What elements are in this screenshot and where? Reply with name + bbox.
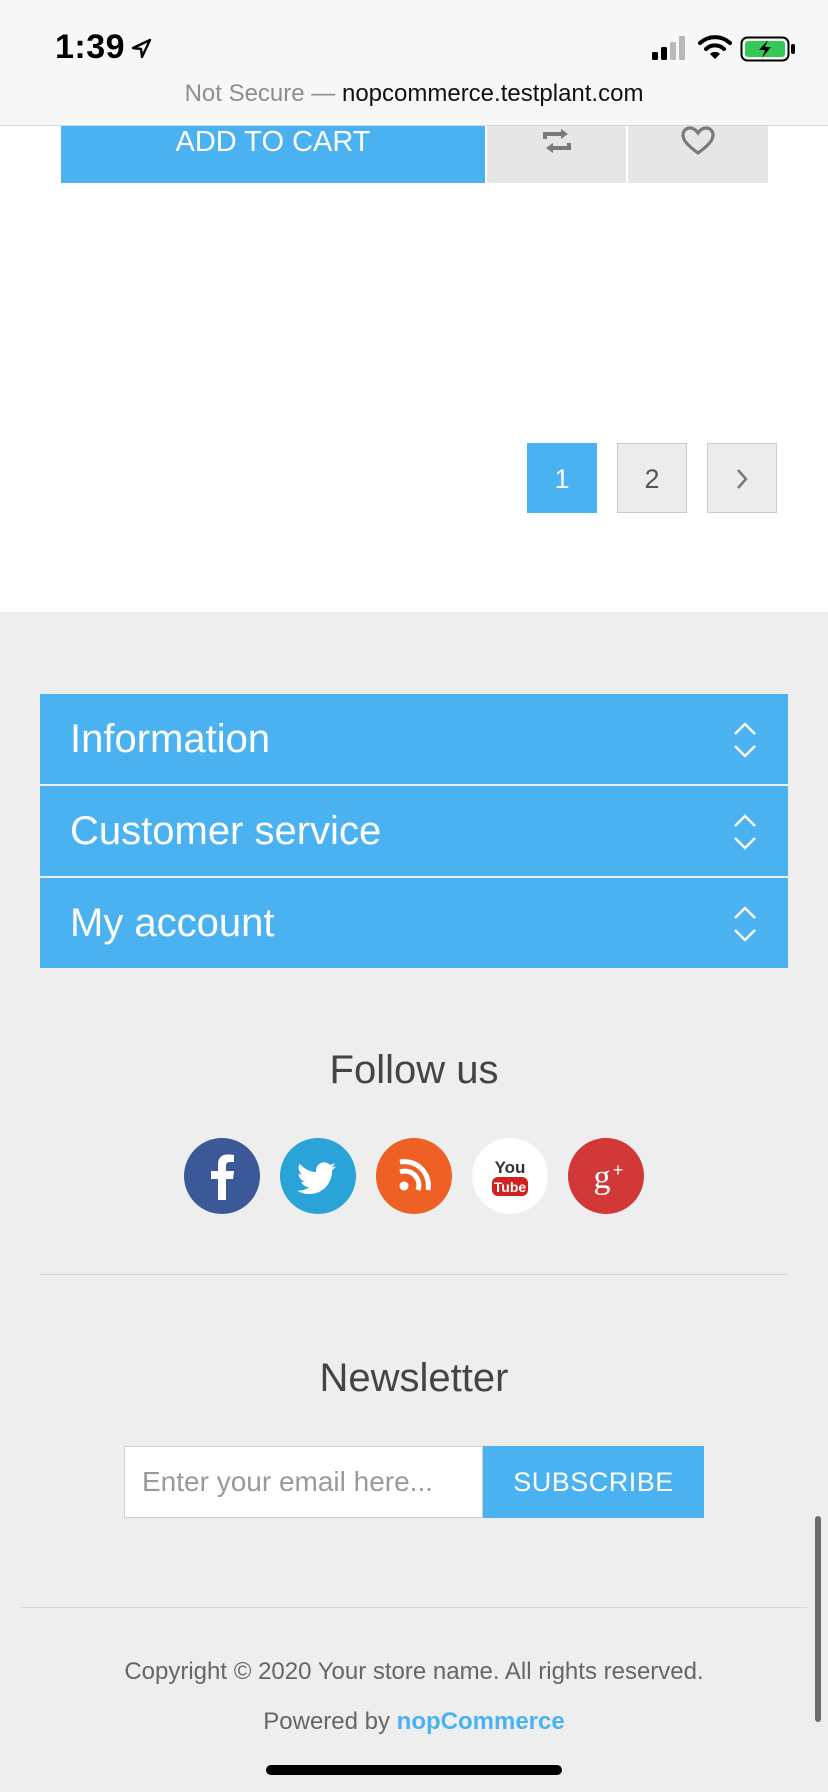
footer-divider [21,1607,807,1608]
section-label: My account [70,901,275,945]
clock-time: 1:39 [55,28,126,66]
expand-collapse-icon [734,722,756,758]
google-plus-icon[interactable]: g + [568,1138,644,1214]
newsletter-title: Newsletter [319,1356,509,1400]
home-indicator[interactable] [266,1765,562,1775]
facebook-icon[interactable] [184,1138,260,1214]
page-2-button[interactable]: 2 [617,443,687,513]
battery-charging-icon [740,36,795,62]
url-host: nopcommerce.testplant.com [341,80,644,107]
svg-text:g: g [594,1159,611,1196]
status-bar: 1:39 Not Secure — nopcommerce.testplant.… [0,0,828,126]
section-label: Customer service [70,809,382,853]
next-page-button[interactable] [707,443,777,513]
follow-us-title: Follow us [329,1048,499,1092]
compare-arrows-icon [542,129,571,153]
twitter-icon[interactable] [280,1138,356,1214]
powered-by: Powered by nopCommerce [0,1708,828,1736]
page-1-button[interactable]: 1 [527,443,597,513]
footer-divider [40,1274,788,1275]
subscribe-button[interactable]: SUBSCRIBE [483,1446,704,1518]
expand-collapse-icon [734,906,756,942]
rss-icon[interactable] [376,1138,452,1214]
powered-by-label: Powered by [263,1708,397,1735]
svg-text:+: + [613,1160,624,1180]
cellular-signal-icon [652,36,685,60]
svg-text:Tube: Tube [494,1179,527,1195]
footer-section-customer-service[interactable]: Customer service [40,786,788,876]
wifi-icon [698,35,732,59]
chevron-right-icon [737,469,748,489]
copyright-text: Copyright © 2020 Your store name. All ri… [124,1658,704,1685]
not-secure-label: Not Secure — [184,80,342,107]
scrollbar[interactable] [815,1516,821,1722]
section-label: Information [70,717,271,761]
expand-collapse-icon [734,814,756,850]
footer-section-my-account[interactable]: My account [40,878,788,968]
svg-text:You: You [495,1158,526,1177]
newsletter-email-input[interactable] [124,1446,483,1518]
location-arrow-icon [131,38,152,59]
address-bar[interactable]: Not Secure — nopcommerce.testplant.com [0,80,828,108]
footer-section-information[interactable]: Information [40,694,788,784]
heart-icon [681,126,715,155]
youtube-icon[interactable]: You Tube [472,1138,548,1214]
nopcommerce-link[interactable]: nopCommerce [397,1708,565,1735]
